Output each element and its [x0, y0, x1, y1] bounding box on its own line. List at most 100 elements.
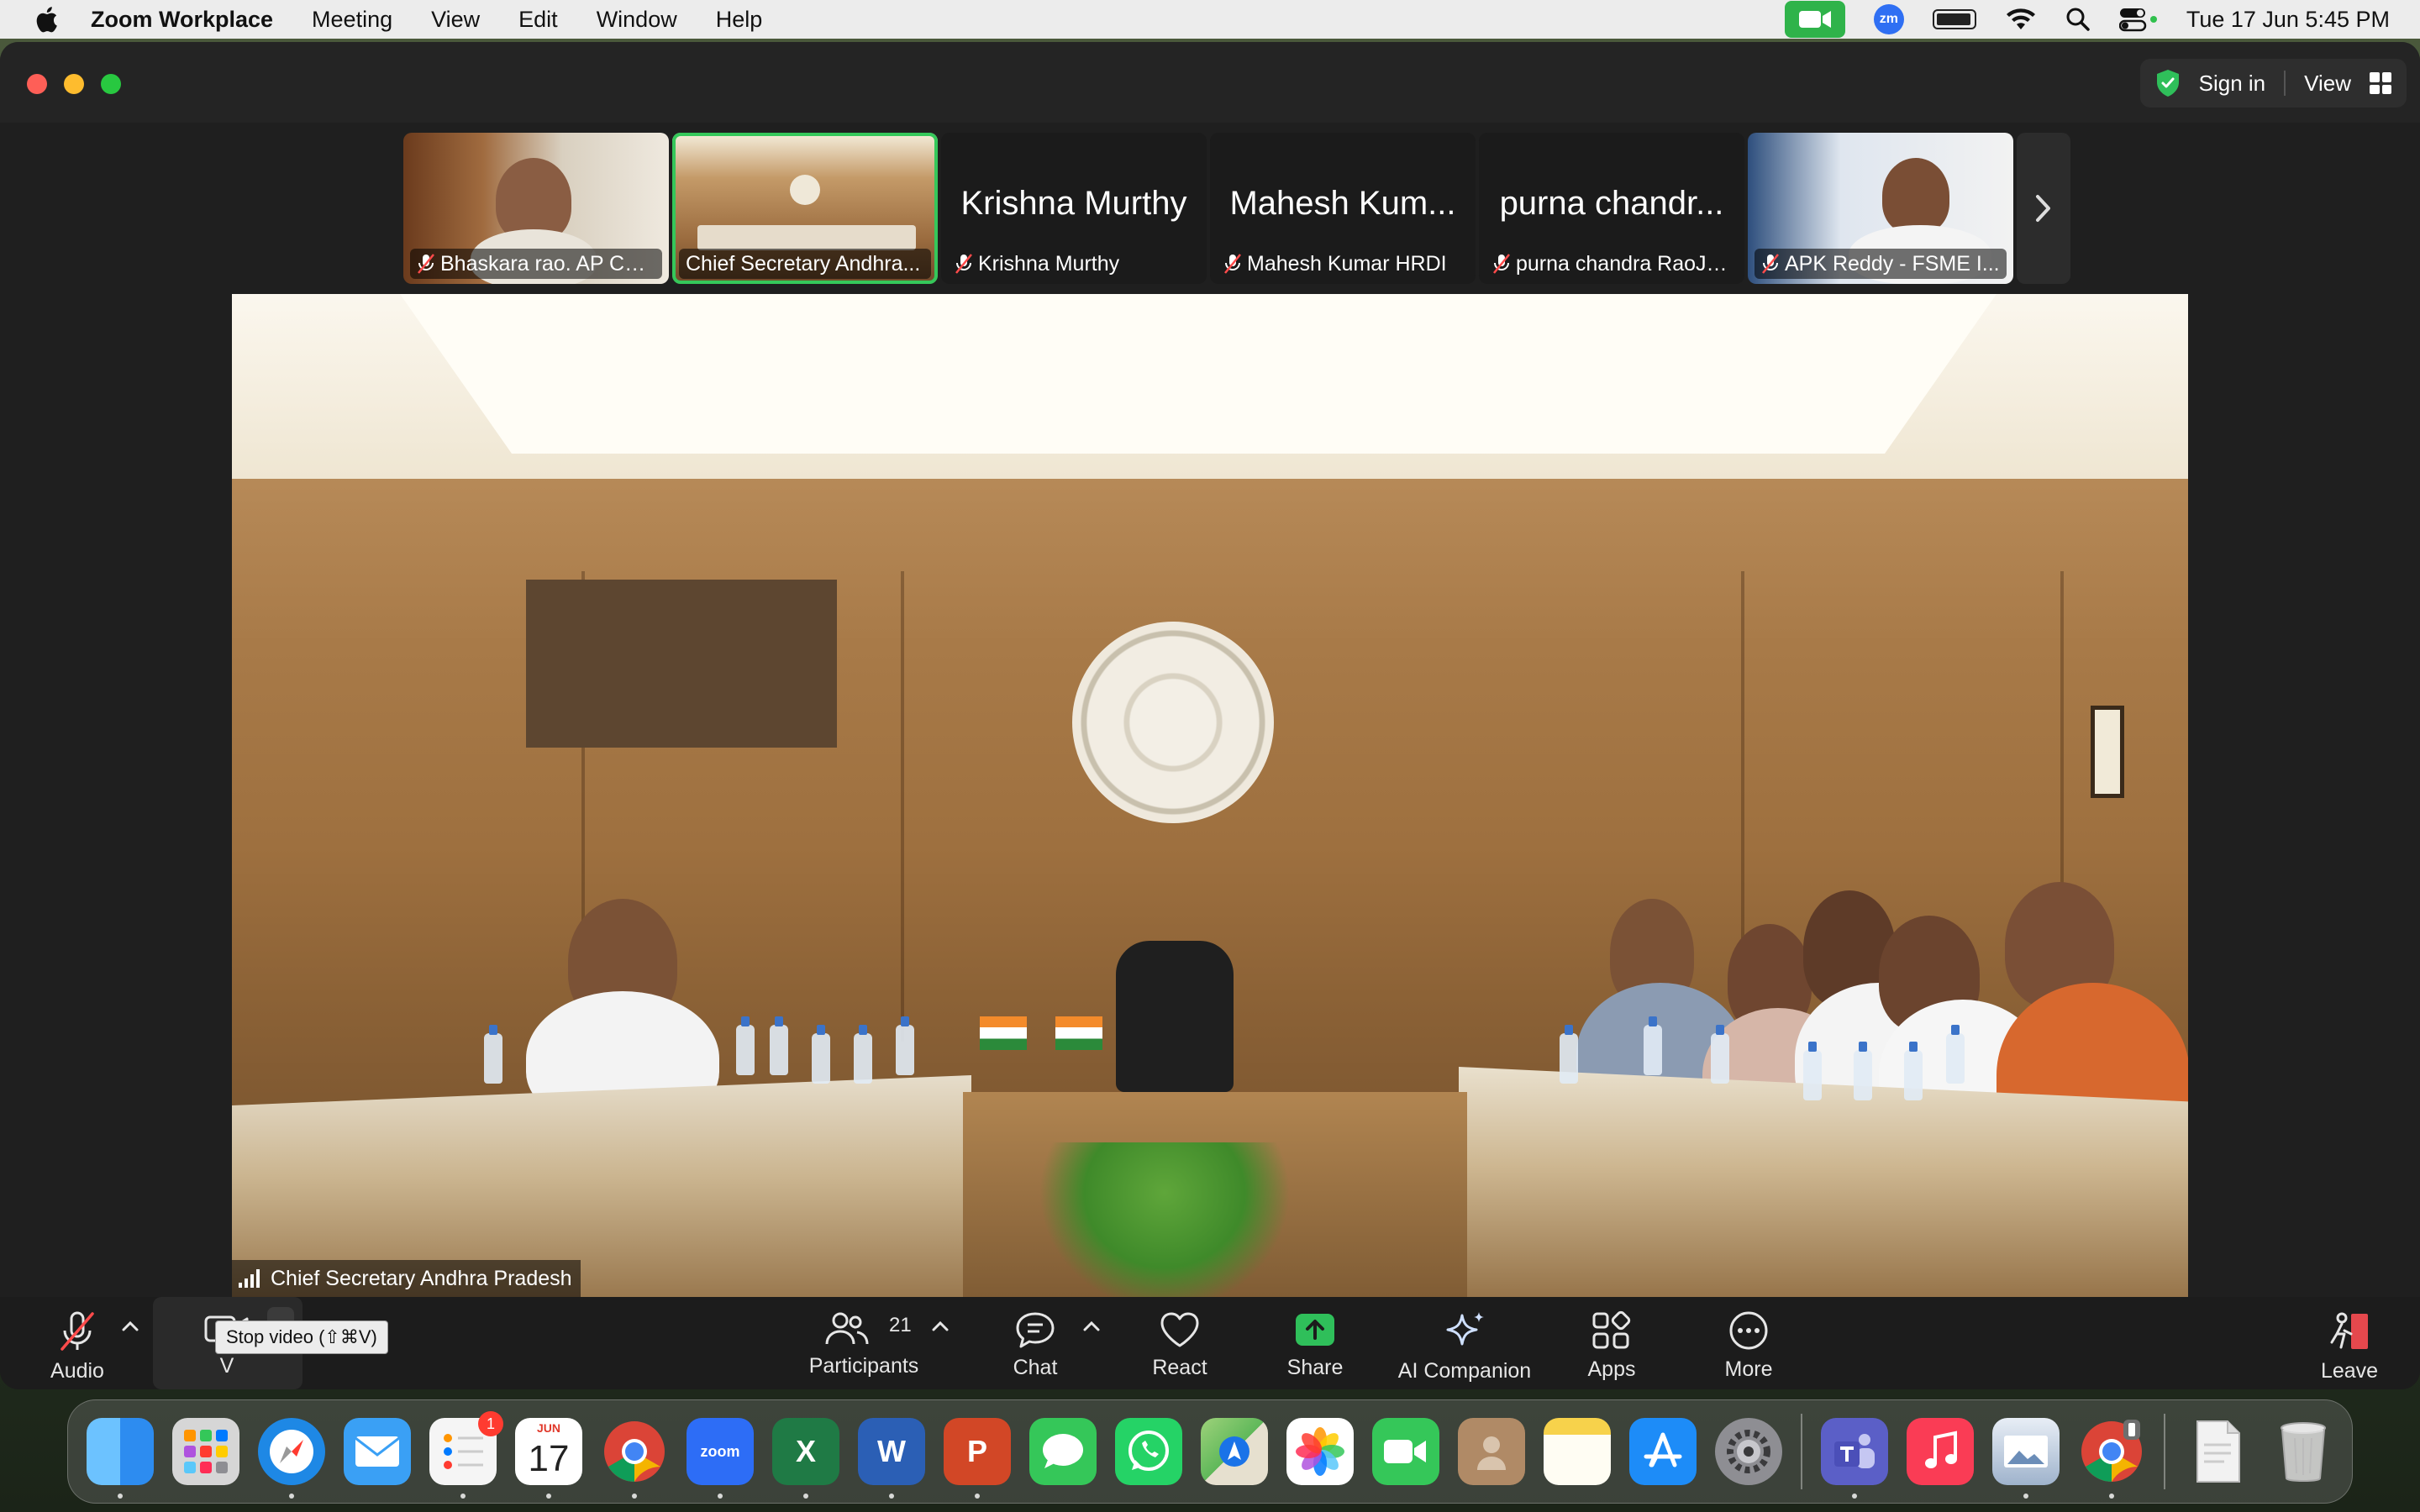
window-titlebar: Sign in View	[0, 42, 2420, 123]
active-speaker-video[interactable]: Chief Secretary Andhra Pradesh	[232, 294, 2188, 1297]
participant-display-name: Mahesh Kum...	[1229, 185, 1456, 222]
menu-app-name[interactable]: Zoom Workplace	[91, 7, 273, 33]
dock-facetime-icon[interactable]	[1372, 1418, 1439, 1485]
more-button[interactable]: More	[1715, 1297, 1782, 1389]
chat-button[interactable]: Chat	[1002, 1297, 1069, 1389]
dock-document-icon[interactable]	[2184, 1418, 2251, 1485]
battery-icon[interactable]	[1932, 9, 1976, 29]
participant-thumbnail[interactable]: Krishna Murthy Krishna Murthy	[941, 133, 1207, 284]
participant-name: Mahesh Kumar HRDI	[1247, 251, 1447, 276]
view-grid-icon[interactable]	[2370, 72, 2391, 94]
chat-options-caret-icon[interactable]	[1081, 1319, 1102, 1334]
dock-chrome-icon[interactable]	[601, 1418, 668, 1499]
view-button[interactable]: View	[2304, 71, 2351, 97]
menu-meeting[interactable]: Meeting	[312, 7, 392, 33]
whatsapp-phone-icon	[1128, 1431, 1169, 1471]
connection-signal-icon	[239, 1269, 262, 1288]
ai-companion-button[interactable]: AI Companion	[1385, 1297, 1544, 1389]
audio-button[interactable]: Audio	[44, 1297, 111, 1389]
window-close-button[interactable]	[27, 74, 47, 94]
participant-thumbnail[interactable]: Mahesh Kum... Mahesh Kumar HRDI	[1210, 133, 1476, 284]
menu-window[interactable]: Window	[597, 7, 677, 33]
participants-options-caret-icon[interactable]	[929, 1319, 951, 1334]
video-ceiling-light	[400, 294, 1996, 454]
participant-thumbnail[interactable]: Bhaskara rao. AP CH...	[403, 133, 669, 284]
participants-icon	[825, 1312, 869, 1345]
dock-word-icon[interactable]: W	[858, 1418, 925, 1499]
participant-display-name: Krishna Murthy	[960, 185, 1187, 222]
zoom-status-icon[interactable]: zm	[1873, 4, 1904, 34]
react-button[interactable]: React	[1146, 1297, 1213, 1389]
control-center-icon[interactable]	[2118, 7, 2158, 32]
dock-preview-icon[interactable]	[1992, 1418, 2060, 1499]
dock-photos-icon[interactable]	[1286, 1418, 1354, 1485]
apps-icon	[1592, 1310, 1631, 1349]
dock-music-icon[interactable]	[1907, 1418, 1974, 1485]
envelope-icon	[355, 1436, 400, 1467]
heart-icon	[1160, 1312, 1199, 1347]
more-options-icon	[1729, 1311, 1768, 1350]
gear-icon	[1727, 1430, 1770, 1473]
dock-maps-icon[interactable]	[1201, 1418, 1268, 1485]
audio-options-caret-icon[interactable]	[119, 1319, 141, 1334]
dock-excel-icon[interactable]: X	[772, 1418, 839, 1499]
video-water-bottle	[484, 1025, 502, 1084]
sign-in-button[interactable]: Sign in	[2199, 71, 2266, 97]
participants-button[interactable]: Participants	[797, 1297, 931, 1389]
dock-mail-icon[interactable]	[344, 1418, 411, 1485]
video-water-bottle	[736, 1016, 755, 1075]
window-fullscreen-button[interactable]	[101, 74, 121, 94]
participants-label: Participants	[808, 1354, 919, 1378]
zoom-app-label: zoom	[700, 1442, 740, 1460]
dock-system-settings-icon[interactable]	[1715, 1418, 1782, 1485]
share-screen-button[interactable]: Share	[1281, 1297, 1349, 1389]
dock-whatsapp-icon[interactable]	[1115, 1418, 1182, 1485]
dock-messages-icon[interactable]	[1029, 1418, 1097, 1485]
menu-clock[interactable]: Tue 17 Jun 5:45 PM	[2186, 7, 2390, 33]
calendar-month: JUN	[536, 1421, 560, 1435]
dock-notes-icon[interactable]	[1544, 1418, 1611, 1485]
video-water-bottle	[1946, 1025, 1965, 1084]
apps-button[interactable]: Apps	[1578, 1297, 1645, 1389]
dock-reminders-icon[interactable]: 1	[429, 1411, 503, 1499]
dock-launchpad-icon[interactable]	[172, 1418, 239, 1485]
participant-name-tag: APK Reddy - FSME I...	[1754, 249, 2007, 279]
zoom-camera-status-icon[interactable]	[1784, 1, 1845, 38]
dock-teams-icon[interactable]	[1821, 1418, 1888, 1499]
video-water-bottle	[1711, 1025, 1729, 1084]
menu-view[interactable]: View	[431, 7, 480, 33]
participant-thumbnail-strip: Bhaskara rao. AP CH... Chief Secretary A…	[403, 133, 2070, 284]
dock-separator	[1801, 1414, 1802, 1489]
dock-powerpoint-icon[interactable]: P	[944, 1418, 1011, 1499]
video-water-bottle	[812, 1025, 830, 1084]
participant-name-tag: Krishna Murthy	[948, 249, 1200, 279]
participant-thumbnail[interactable]: APK Reddy - FSME I...	[1748, 133, 2013, 284]
launchpad-grid-icon	[184, 1430, 228, 1473]
thumbnail-next-page-button[interactable]	[2017, 133, 2070, 284]
dock-trash-icon[interactable]	[2270, 1418, 2337, 1485]
app-store-a-icon	[1644, 1432, 1682, 1467]
menu-edit[interactable]: Edit	[518, 7, 558, 33]
participant-thumbnail-active-speaker[interactable]: Chief Secretary Andhra...	[672, 133, 938, 284]
leave-meeting-button[interactable]: Leave	[2314, 1297, 2385, 1389]
video-wall-frame	[2091, 706, 2124, 798]
share-screen-icon	[1296, 1314, 1334, 1346]
mic-muted-icon	[60, 1311, 94, 1351]
dock-app-store-icon[interactable]	[1629, 1418, 1697, 1485]
dock-safari-icon[interactable]	[258, 1418, 325, 1499]
dock-calendar-icon[interactable]: JUN 17	[515, 1418, 582, 1499]
apple-icon[interactable]	[34, 6, 59, 33]
dock-finder-icon[interactable]	[87, 1418, 154, 1499]
audio-label: Audio	[50, 1359, 104, 1383]
active-speaker-name-tag: Chief Secretary Andhra Pradesh	[232, 1260, 581, 1297]
spotlight-search-icon[interactable]	[2065, 7, 2091, 32]
dock-chrome-2-icon[interactable]	[2078, 1418, 2145, 1499]
encryption-shield-icon[interactable]	[2155, 69, 2181, 97]
wifi-icon[interactable]	[2005, 8, 2037, 31]
participant-display-name: purna chandr...	[1499, 185, 1724, 222]
menu-help[interactable]: Help	[716, 7, 763, 33]
participant-thumbnail[interactable]: purna chandr... purna chandra RaoJo...	[1479, 133, 1744, 284]
window-minimize-button[interactable]	[64, 74, 84, 94]
dock-contacts-icon[interactable]	[1458, 1418, 1525, 1485]
dock-zoom-icon[interactable]: zoom	[687, 1418, 754, 1499]
